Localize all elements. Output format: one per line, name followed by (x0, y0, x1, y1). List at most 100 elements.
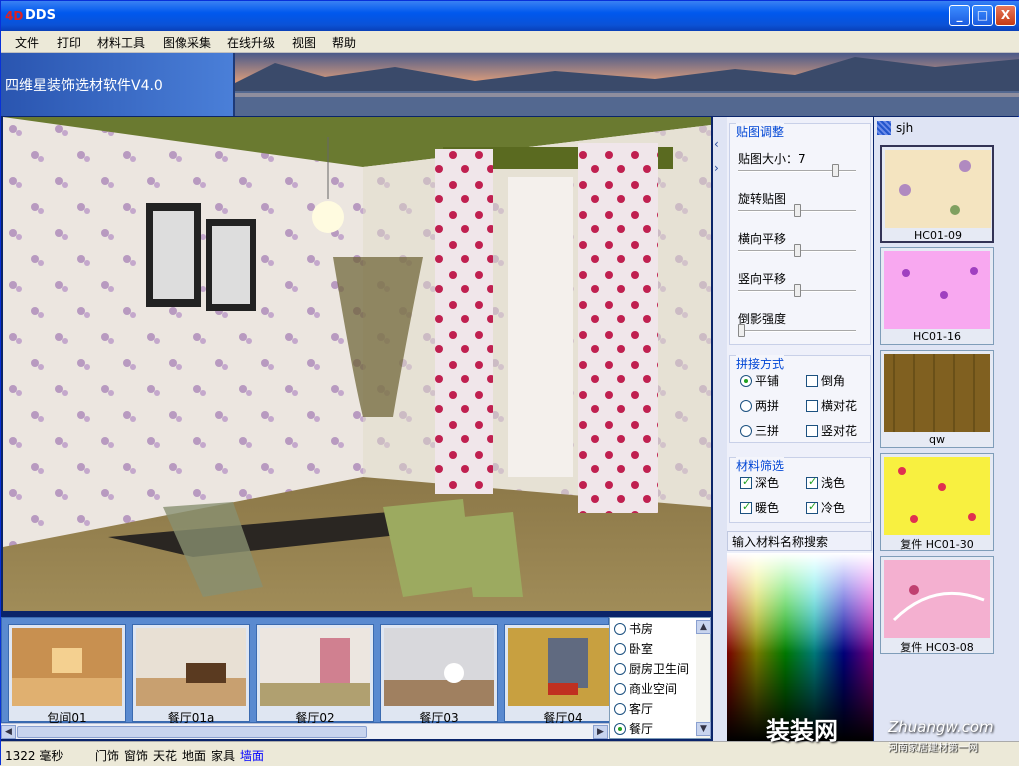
room-option-commercial[interactable]: 商业空间 (614, 680, 677, 698)
slider-knob[interactable] (793, 244, 801, 257)
material-search-label[interactable]: 输入材料名称搜索 (727, 531, 872, 551)
room-option-bedroom[interactable]: 卧室 (614, 640, 653, 658)
slider-knob[interactable] (793, 284, 801, 297)
hpattern-checkbox[interactable]: 横对花 (806, 397, 857, 414)
menu-material-tools[interactable]: 材料工具 (97, 34, 145, 51)
thumbnail-image (12, 628, 122, 706)
material-label: HC01-09 (914, 229, 962, 242)
category-furniture[interactable]: 家具 (211, 747, 235, 764)
vpattern-checkbox[interactable]: 竖对花 (806, 422, 857, 439)
adjust-panel: ‹ › 贴图调整 贴图大小：7 旋转贴图 横向平移 竖向平移 倒影强度 拼接方式… (713, 117, 873, 741)
hshift-slider[interactable] (738, 244, 856, 257)
room-label: 书房 (629, 622, 654, 636)
thumbnail-image (384, 628, 494, 706)
scroll-right-icon[interactable]: ▶ (593, 725, 608, 739)
material-label: 复件 HC03-08 (900, 641, 974, 654)
radio-icon (740, 400, 752, 412)
radio-icon (614, 623, 626, 635)
room-label: 客厅 (629, 702, 654, 716)
material-swatch[interactable]: HC01-16 (880, 247, 994, 345)
option-label: 浅色 (821, 476, 846, 490)
scroll-left-icon[interactable]: ◀ (1, 725, 16, 739)
menu-file[interactable]: 文件 (15, 34, 39, 51)
menu-help[interactable]: 帮助 (332, 34, 356, 51)
scene-thumbnail[interactable]: 餐厅01a (132, 624, 250, 725)
material-swatch[interactable]: qw (880, 350, 994, 448)
scene-thumbnail[interactable]: 餐厅02 (256, 624, 374, 725)
menu-view[interactable]: 视图 (292, 34, 316, 51)
scroll-up-icon[interactable]: ▲ (696, 620, 711, 634)
material-label: 复件 HC01-30 (900, 538, 974, 551)
tiling-two-radio[interactable]: 两拼 (740, 397, 779, 414)
category-doors[interactable]: 门饰 (95, 747, 119, 764)
scroll-down-icon[interactable]: ▼ (696, 722, 711, 736)
checkbox-icon (806, 475, 818, 489)
vshift-label: 竖向平移 (738, 272, 787, 286)
vshift-slider[interactable] (738, 284, 856, 297)
close-button[interactable]: X (995, 5, 1016, 26)
material-label: HC01-16 (913, 330, 961, 343)
filter-dark-checkbox[interactable]: 深色 (740, 474, 779, 491)
app-window: 4D DDS _ □ X 文件 打印 材料工具 图像采集 在线升级 视图 帮助 … (0, 0, 1019, 766)
maximize-button[interactable]: □ (972, 5, 993, 26)
panel-toggle[interactable]: ‹ › (713, 117, 727, 741)
filter-light-checkbox[interactable]: 浅色 (806, 474, 845, 491)
material-list-panel: sjh HC01-09 HC01-16 qw 复件 HC01-30 复件 HC0… (874, 117, 1019, 741)
material-image (884, 560, 990, 638)
scrollbar-thumb[interactable] (17, 726, 367, 738)
minimize-button[interactable]: _ (949, 5, 970, 26)
material-swatch[interactable]: 复件 HC03-08 (880, 556, 994, 654)
watermark-brand: 装装网 (766, 717, 838, 745)
slider-knob[interactable] (738, 324, 745, 337)
shadow-slider[interactable] (738, 324, 856, 337)
filter-cool-checkbox[interactable]: 冷色 (806, 499, 845, 516)
tiling-group: 拼接方式 平铺 倒角 两拼 横对花 三拼 竖对花 (729, 355, 871, 443)
room-option-living[interactable]: 客厅 (614, 700, 653, 718)
menu-bar: 文件 打印 材料工具 图像采集 在线升级 视图 帮助 (1, 31, 1019, 53)
material-image (884, 457, 990, 535)
category-ceiling[interactable]: 天花 (153, 747, 177, 764)
option-label: 冷色 (821, 501, 846, 515)
slider-knob[interactable] (832, 164, 840, 177)
thumbnail-image (136, 628, 246, 706)
scene-thumbnail[interactable]: 包间01 (8, 624, 126, 725)
watermark-tagline: 河南家居建材第一网 (888, 743, 978, 754)
scene-thumbnail[interactable]: 餐厅04 (504, 624, 622, 725)
material-swatch[interactable]: HC01-09 (880, 145, 994, 243)
title-bar: 4D DDS _ □ X (1, 1, 1019, 31)
room-option-dining[interactable]: 餐厅 (614, 720, 653, 738)
banner: 四维星装饰选材软件V4.0 (1, 53, 1019, 116)
room-list-scrollbar[interactable]: ▲ ▼ (696, 620, 711, 738)
checkbox-icon (740, 475, 752, 489)
rotate-slider[interactable] (738, 204, 856, 217)
thumbnail-image (260, 628, 370, 706)
chevron-right-icon[interactable]: › (714, 161, 719, 175)
thumbnail-horizontal-scrollbar[interactable]: ◀ ▶ (1, 723, 609, 739)
room-option-study[interactable]: 书房 (614, 620, 653, 638)
slider-knob[interactable] (793, 204, 801, 217)
size-slider[interactable] (738, 164, 856, 177)
chevron-left-icon[interactable]: ‹ (714, 137, 719, 151)
category-floor[interactable]: 地面 (182, 747, 206, 764)
room-type-list: 书房 卧室 厨房卫生间 商业空间 客厅 餐厅 ▲ ▼ (609, 617, 711, 739)
category-wall[interactable]: 墙面 (240, 747, 264, 764)
tiling-flat-radio[interactable]: 平铺 (740, 372, 779, 389)
tiling-three-radio[interactable]: 三拼 (740, 422, 779, 439)
scene-thumbnail[interactable]: 餐厅03 (380, 624, 498, 725)
thumbnail-image (508, 628, 618, 706)
menu-image-capture[interactable]: 图像采集 (163, 34, 211, 51)
menu-print[interactable]: 打印 (57, 34, 81, 51)
filter-warm-checkbox[interactable]: 暖色 (740, 499, 779, 516)
material-swatch[interactable]: 复件 HC01-30 (880, 453, 994, 551)
option-label: 竖对花 (821, 424, 858, 438)
size-label: 贴图大小：7 (738, 152, 806, 166)
menu-online-upgrade[interactable]: 在线升级 (227, 34, 275, 51)
room-label: 商业空间 (629, 682, 678, 696)
room-option-kitchen-bath[interactable]: 厨房卫生间 (614, 660, 689, 678)
checkbox-icon (740, 500, 752, 514)
bevel-checkbox[interactable]: 倒角 (806, 372, 845, 389)
banner-landscape-image (235, 53, 1019, 116)
room-preview-render[interactable] (3, 117, 711, 611)
category-windows[interactable]: 窗饰 (124, 747, 148, 764)
checkbox-icon (806, 500, 818, 514)
